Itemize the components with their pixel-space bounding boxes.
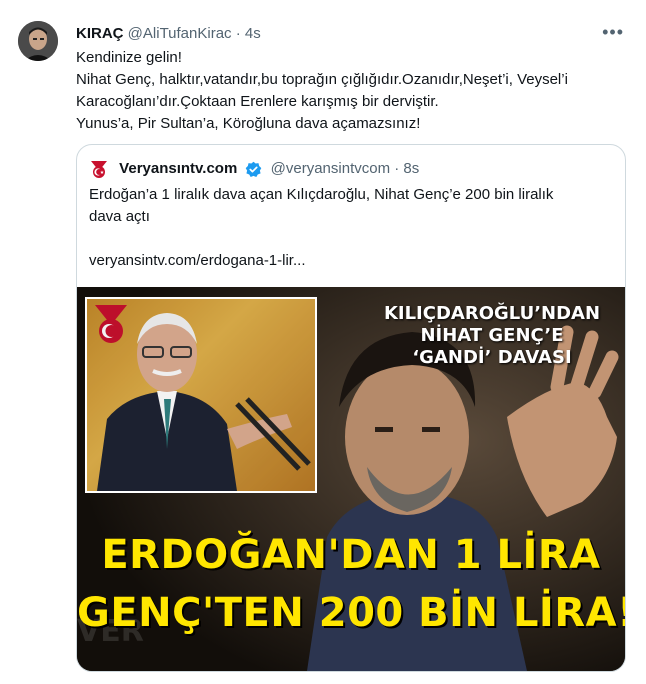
tweet-header: KIRAÇ @AliTufanKirac · 4s: [76, 24, 626, 44]
quoted-tweet-text: Erdoğan’a 1 liralık dava açan Kılıçdaroğ…: [89, 184, 609, 228]
quoted-text-line: Erdoğan’a 1 liralık dava açan Kılıçdaroğ…: [89, 186, 554, 203]
image-headline-line-2: GENÇ'TEN 200 BİN LİRA!: [77, 590, 625, 636]
verified-badge-icon: [245, 161, 262, 178]
image-subheadline-line: NİHAT GENÇ’E: [420, 325, 564, 346]
image-subheadline: KILIÇDAROĞLU’NDAN NİHAT GENÇ’E ‘GANDİ’ D…: [367, 303, 617, 369]
more-icon[interactable]: •••: [602, 22, 624, 43]
separator-dot: ·: [235, 25, 241, 42]
avatar[interactable]: [18, 21, 58, 61]
tweet-text-line: Kendinize gelin!: [76, 49, 182, 66]
quoted-tweet-time[interactable]: 8s: [403, 160, 419, 177]
tweet-text-line: Karacoğlanı’dır.Çoktaan Erenlere karışmı…: [76, 93, 439, 110]
quoted-author-handle[interactable]: @veryansintvcom: [271, 160, 390, 177]
separator-dot: ·: [394, 160, 400, 177]
quoted-tweet-link[interactable]: veryansintv.com/erdogana-1-lir...: [89, 250, 305, 272]
author-name[interactable]: KIRAÇ: [76, 25, 124, 42]
tweet-text-line: Nihat Genç, halktır,vatandır,bu toprağın…: [76, 71, 568, 88]
tweet-text: Kendinize gelin! Nihat Genç, halktır,vat…: [76, 47, 626, 135]
tweet-time[interactable]: 4s: [245, 25, 261, 42]
veryansin-logo-icon[interactable]: [89, 159, 109, 179]
image-subheadline-line: KILIÇDAROĞLU’NDAN: [383, 303, 601, 324]
image-headline-line-1: ERDOĞAN'DAN 1 LİRA: [101, 532, 601, 578]
quoted-tweet[interactable]: Veryansıntv.com @veryansintvcom · 8s Erd…: [76, 144, 626, 672]
quoted-author-name[interactable]: Veryansıntv.com: [119, 160, 237, 177]
image-subheadline-line: ‘GANDİ’ DAVASI: [412, 347, 572, 368]
inset-photo: [85, 297, 317, 493]
quoted-tweet-image[interactable]: VER KILIÇDAROĞLU’NDAN NİHAT GENÇ’E ‘GAND…: [77, 287, 625, 671]
author-handle[interactable]: @AliTufanKirac: [128, 25, 232, 42]
quoted-text-line: dava açtı: [89, 208, 150, 225]
tweet[interactable]: KIRAÇ @AliTufanKirac · 4s ••• Kendinize …: [0, 0, 646, 684]
quoted-tweet-header: Veryansıntv.com @veryansintvcom · 8s: [89, 159, 419, 179]
tweet-text-line: Yunus’a, Pir Sultan’a, Köroğluna dava aç…: [76, 115, 421, 132]
